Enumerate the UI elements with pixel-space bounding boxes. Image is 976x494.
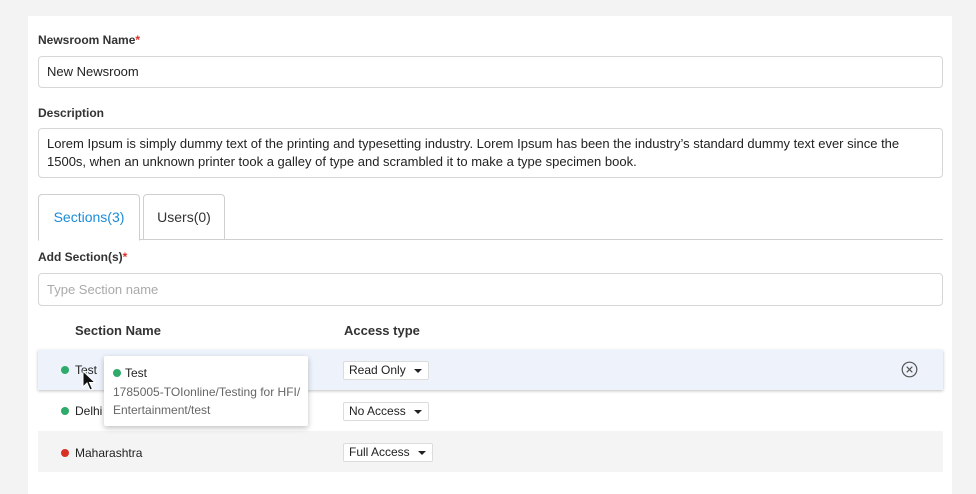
description-value: Lorem Ipsum is simply dummy text of the … (47, 136, 900, 169)
add-section-label-text: Add Section(s) (38, 250, 123, 264)
description-label: Description (38, 106, 105, 120)
required-mark: * (122, 250, 128, 264)
status-dot (61, 366, 69, 374)
remove-circle-icon[interactable] (901, 361, 918, 378)
section-row[interactable]: Maharashtra Full Access (38, 431, 943, 472)
tooltip-section-path: 1785005-TOIonline/Testing for HFI/ Enter… (113, 385, 301, 417)
access-type-select[interactable]: Full Access (343, 443, 433, 462)
caret-down-icon (413, 369, 422, 373)
access-type-select[interactable]: No Access (343, 402, 429, 421)
tab-sections[interactable]: Sections(3) (38, 194, 140, 241)
newsroom-name-label-text: Newsroom Name (38, 33, 136, 47)
access-type-value: Full Access (349, 445, 410, 459)
column-header-section-name: Section Name (75, 323, 161, 338)
section-name: Delhi (75, 404, 103, 418)
required-mark: * (135, 33, 141, 47)
access-type-value: Read Only (349, 363, 406, 377)
newsroom-name-input[interactable]: New Newsroom (38, 56, 943, 88)
access-type-value: No Access (349, 404, 406, 418)
column-header-access-type: Access type (344, 323, 420, 338)
newsroom-name-value: New Newsroom (47, 64, 139, 79)
access-type-select[interactable]: Read Only (343, 361, 429, 380)
status-dot (61, 407, 69, 415)
newsroom-name-label: Newsroom Name* (38, 33, 140, 47)
section-search-input[interactable]: Type Section name (38, 273, 943, 306)
caret-down-icon (413, 410, 422, 414)
section-name: Maharashtra (75, 446, 143, 460)
description-textarea[interactable]: Lorem Ipsum is simply dummy text of the … (38, 128, 943, 178)
status-dot (61, 449, 69, 457)
mouse-pointer-icon (82, 370, 96, 391)
section-input-placeholder: Type Section name (47, 282, 159, 297)
tooltip-status-dot (113, 369, 121, 377)
tooltip-title: Test (125, 366, 148, 380)
add-section-label: Add Section(s)* (38, 250, 127, 264)
section-path-tooltip: Test 1785005-TOIonline/Testing for HFI/ … (104, 356, 308, 426)
tab-users[interactable]: Users(0) (143, 194, 225, 240)
caret-down-icon (417, 451, 426, 455)
